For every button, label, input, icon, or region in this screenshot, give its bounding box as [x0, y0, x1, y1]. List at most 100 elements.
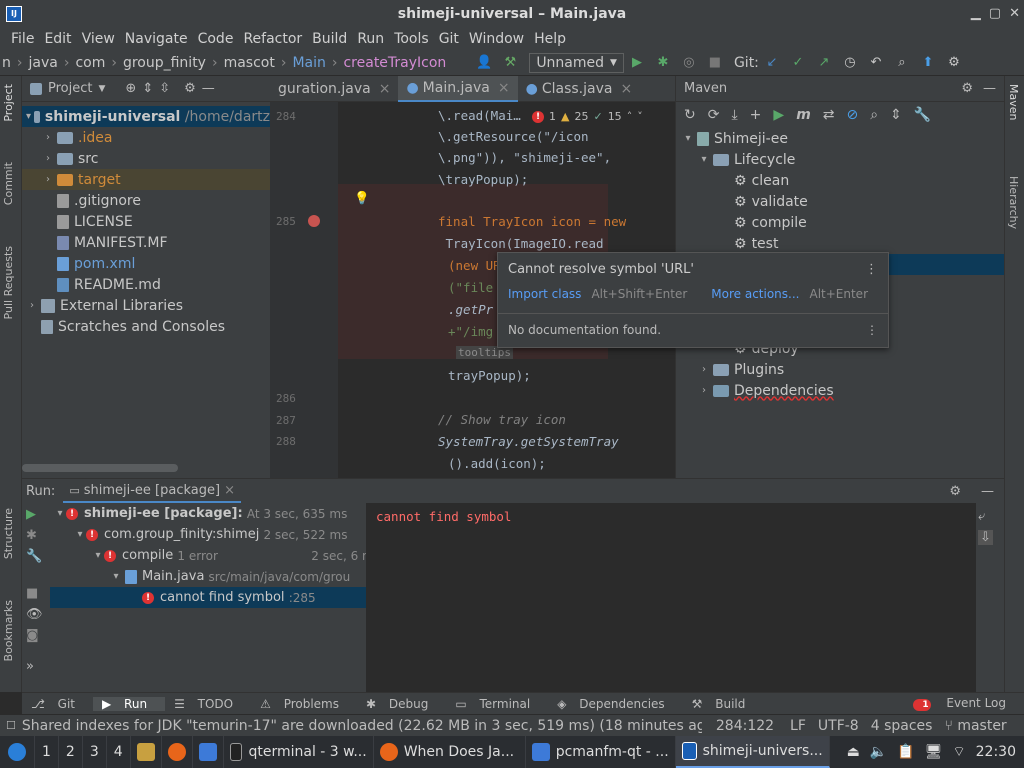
- network-icon[interactable]: ⌔: [952, 743, 965, 761]
- maven-item-project[interactable]: ▾ Shimeji-ee: [676, 128, 1004, 149]
- tab-terminal[interactable]: ▭ Terminal: [446, 697, 548, 711]
- toggle-offline-icon[interactable]: ⇄: [823, 107, 835, 123]
- locate-icon[interactable]: ⊕: [125, 81, 136, 96]
- event-log[interactable]: 1 Event Log: [904, 696, 1024, 711]
- tab-configuration[interactable]: guration.java ×: [270, 76, 398, 102]
- tree-item-target[interactable]: › target: [22, 169, 270, 190]
- rerun-failed-icon[interactable]: ✱: [26, 528, 46, 543]
- menu-tools[interactable]: Tools: [389, 31, 434, 47]
- tree-item-idea[interactable]: › .idea: [22, 127, 270, 148]
- eye-icon[interactable]: 👁: [26, 607, 46, 622]
- task-qterminal[interactable]: qterminal - 3 w...: [224, 736, 374, 768]
- breadcrumb-create-tray-icon[interactable]: createTrayIcon: [341, 55, 448, 71]
- tab-bookmarks[interactable]: Bookmarks: [2, 600, 15, 661]
- download-icon[interactable]: ⤓: [731, 107, 737, 123]
- firefox-launcher-icon[interactable]: [162, 736, 193, 768]
- breadcrumb-0[interactable]: n: [0, 55, 13, 71]
- menu-refactor[interactable]: Refactor: [238, 31, 307, 47]
- caret-position[interactable]: 284:122: [716, 718, 774, 734]
- tree-item-gitignore[interactable]: .gitignore: [22, 190, 270, 211]
- project-title[interactable]: Project: [48, 81, 92, 96]
- task-intellij[interactable]: shimeji-univers...: [675, 736, 830, 768]
- breadcrumb-mascot[interactable]: mascot: [222, 55, 277, 71]
- chevron-down-icon[interactable]: ˅: [637, 110, 643, 123]
- debug-icon[interactable]: ✱: [655, 55, 671, 70]
- gear-icon[interactable]: ⚙: [949, 484, 961, 499]
- workspace-4[interactable]: 4: [107, 736, 131, 768]
- wrench-icon[interactable]: 🔧: [914, 107, 931, 123]
- close-icon[interactable]: ×: [498, 80, 510, 96]
- horizontal-scrollbar[interactable]: [22, 464, 178, 472]
- history-icon[interactable]: ◷: [842, 55, 858, 70]
- clock[interactable]: 22:30: [976, 744, 1016, 760]
- menu-code[interactable]: Code: [193, 31, 239, 47]
- menu-edit[interactable]: Edit: [39, 31, 76, 47]
- maven-goal-compile[interactable]: ⚙ compile: [676, 212, 1004, 233]
- maven-goal-clean[interactable]: ⚙ clean: [676, 170, 1004, 191]
- eject-icon[interactable]: ⏏: [847, 744, 860, 760]
- tree-item-src[interactable]: › src: [22, 148, 270, 169]
- hide-icon[interactable]: —: [981, 484, 994, 499]
- maximize-icon[interactable]: ▢: [989, 6, 1001, 21]
- checkbox-icon[interactable]: ☐: [6, 719, 16, 732]
- tab-todo[interactable]: ☰ TODO: [165, 697, 251, 711]
- run-item-file[interactable]: ▾ Main.java src/main/java/com/grou: [50, 566, 386, 587]
- clipboard-icon[interactable]: 📋: [897, 744, 914, 760]
- more-icon[interactable]: ⋮: [865, 262, 878, 277]
- menu-git[interactable]: Git: [434, 31, 464, 47]
- tab-hierarchy[interactable]: Hierarchy: [1007, 176, 1020, 229]
- search-icon[interactable]: ⌕: [894, 55, 910, 70]
- menu-navigate[interactable]: Navigate: [120, 31, 193, 47]
- files-launcher-icon[interactable]: [131, 736, 162, 768]
- update-icon[interactable]: ⬆: [920, 55, 936, 70]
- user-icon[interactable]: 👤: [476, 55, 492, 70]
- rollback-icon[interactable]: ↶: [868, 55, 884, 70]
- minimize-icon[interactable]: ▁: [971, 6, 981, 21]
- hide-icon[interactable]: —: [202, 81, 215, 96]
- run-output[interactable]: cannot find symbol: [366, 503, 976, 693]
- menu-file[interactable]: File: [6, 31, 39, 47]
- desktop-icon[interactable]: [193, 736, 224, 768]
- git-update-icon[interactable]: ↙: [764, 55, 780, 70]
- rerun-icon[interactable]: ▶: [26, 507, 46, 522]
- display-icon[interactable]: 🖥: [925, 744, 943, 760]
- indent-setting[interactable]: 4 spaces: [871, 718, 933, 734]
- breadcrumb-group-finity[interactable]: group_finity: [121, 55, 208, 71]
- tab-run[interactable]: ▶ Run: [93, 696, 166, 711]
- more-icon[interactable]: »: [26, 659, 46, 674]
- git-branch[interactable]: ⑂ master: [944, 718, 1006, 734]
- add-icon[interactable]: +: [750, 107, 762, 123]
- more-actions-link[interactable]: More actions...: [711, 287, 799, 301]
- maven-item-lifecycle[interactable]: ▾ Lifecycle: [676, 149, 1004, 170]
- inspection-widget[interactable]: ! 1 ▲ 25 ✓ 15 ˄ ˅: [532, 110, 643, 123]
- settings-icon[interactable]: ⚙: [946, 55, 962, 70]
- volume-icon[interactable]: 🔈: [870, 744, 887, 760]
- tab-class-java[interactable]: ● Class.java ×: [518, 76, 641, 102]
- maven-goal-validate[interactable]: ⚙ validate: [676, 191, 1004, 212]
- wrench-icon[interactable]: 🔧: [26, 549, 46, 564]
- reload-icon[interactable]: ↻: [684, 107, 696, 123]
- scroll-to-end-icon[interactable]: ⇩: [978, 530, 993, 545]
- tab-build[interactable]: ⚒ Build: [683, 697, 764, 711]
- collapse-all-icon[interactable]: ⇕: [890, 107, 902, 123]
- workspace-1[interactable]: 1: [35, 736, 59, 768]
- stop-icon[interactable]: ■: [707, 55, 723, 70]
- task-pcmanfm[interactable]: pcmanfm-qt - ...: [526, 736, 676, 768]
- run-config-select[interactable]: Unnamed ▼: [529, 52, 624, 73]
- breakpoint-icon[interactable]: [308, 215, 320, 227]
- tab-dependencies[interactable]: ◈ Dependencies: [548, 697, 682, 711]
- close-icon[interactable]: ×: [620, 81, 632, 97]
- chevron-down-icon[interactable]: ▼: [98, 84, 105, 94]
- breadcrumb-main[interactable]: Main: [290, 55, 327, 71]
- chevron-up-icon[interactable]: ˄: [627, 110, 633, 123]
- more-icon[interactable]: ⋮: [866, 323, 878, 337]
- close-icon[interactable]: ×: [224, 483, 235, 498]
- tree-item-root[interactable]: ▾ shimeji-universal /home/dartz: [22, 106, 270, 127]
- line-separator[interactable]: LF: [790, 718, 806, 734]
- git-push-icon[interactable]: ↗: [816, 55, 832, 70]
- tree-item-pom[interactable]: pom.xml: [22, 253, 270, 274]
- task-firefox[interactable]: When Does Ja...: [374, 736, 526, 768]
- git-commit-icon[interactable]: ✓: [790, 55, 806, 70]
- gear-icon[interactable]: ⚙: [961, 81, 973, 96]
- tab-git[interactable]: ⎇ Git: [22, 697, 93, 711]
